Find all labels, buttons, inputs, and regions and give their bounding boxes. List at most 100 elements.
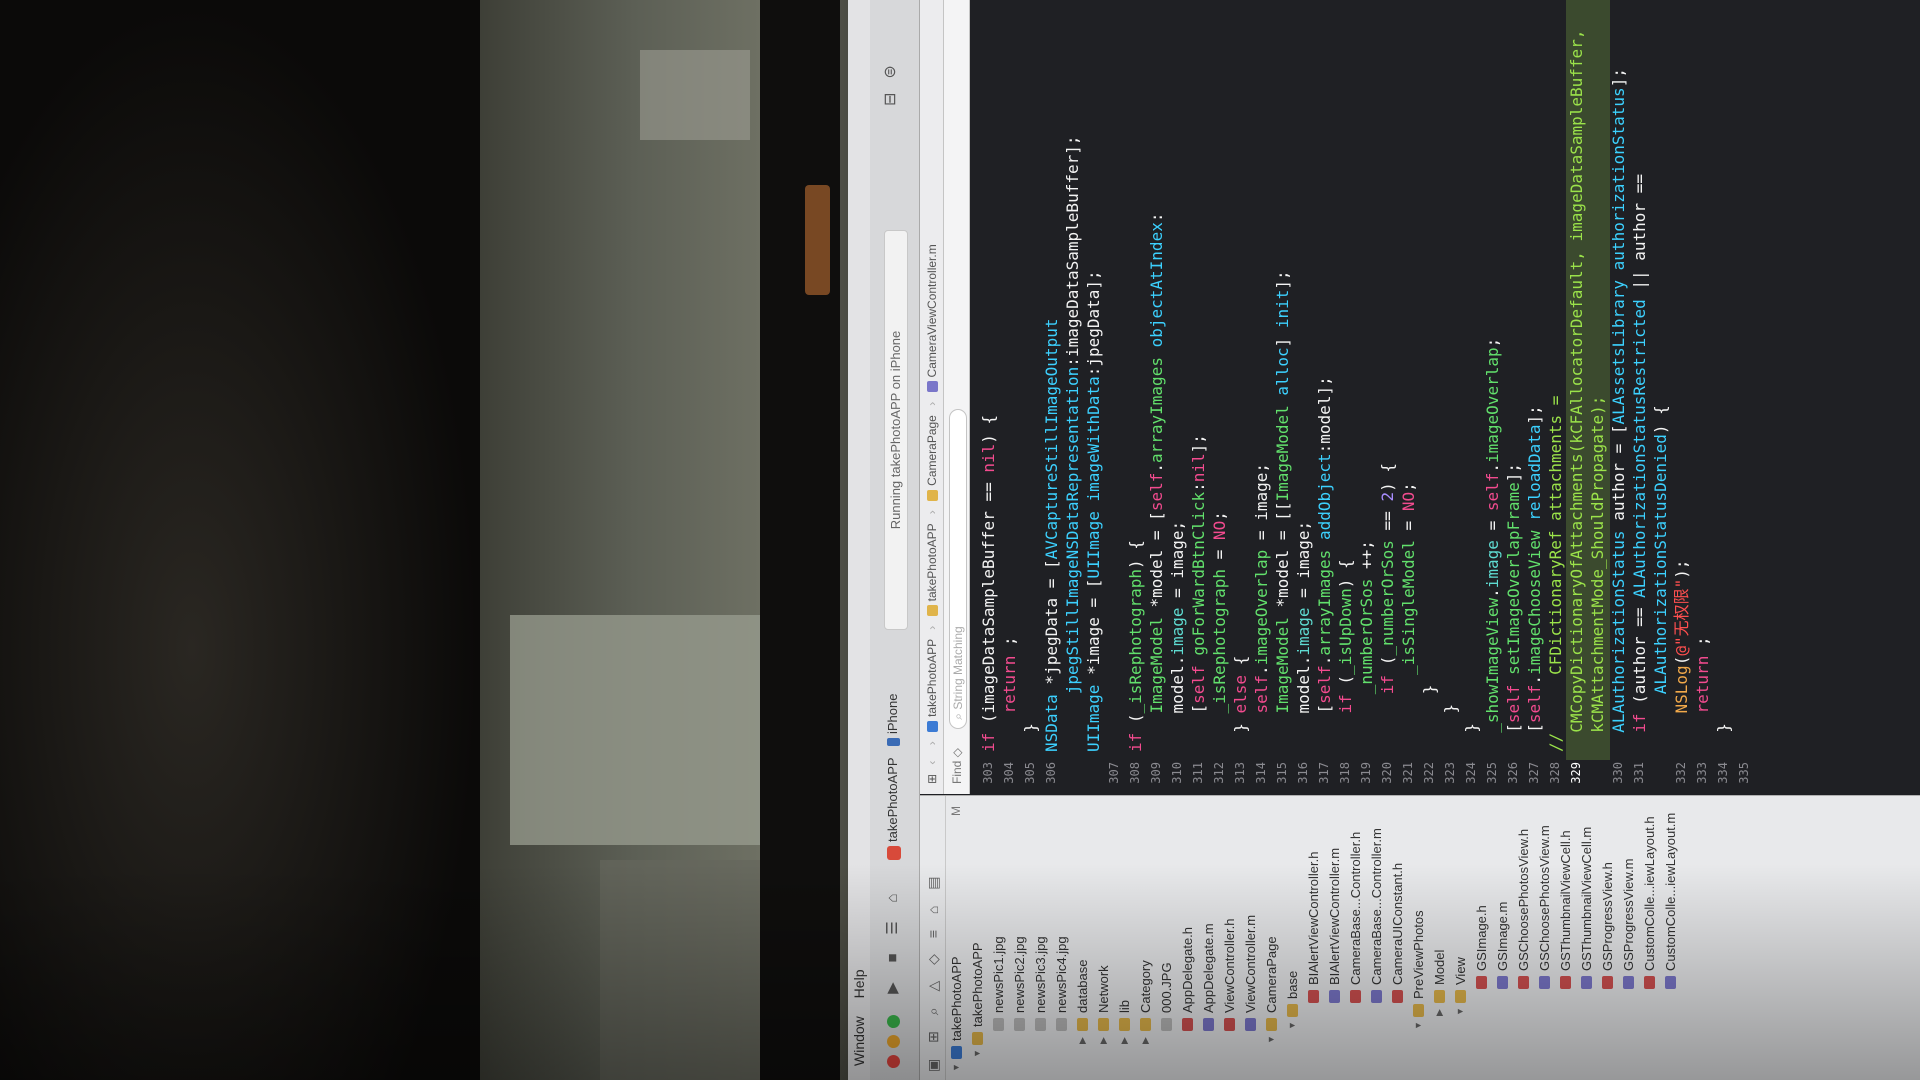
- disclosure-open-icon[interactable]: ▼: [1261, 1035, 1282, 1044]
- file-tree-item[interactable]: ViewController.h: [1219, 796, 1240, 1080]
- file-tree-item[interactable]: GSThumbnailViewCell.h: [1555, 796, 1576, 1080]
- disclosure-closed-icon[interactable]: ▶: [1114, 1037, 1135, 1044]
- report-tab-icon[interactable]: ▤: [925, 877, 941, 890]
- file-tree-item[interactable]: GSProgressView.h: [1597, 796, 1618, 1080]
- find-mode[interactable]: Find: [950, 761, 964, 784]
- file-tree-item[interactable]: ViewController.m: [1240, 796, 1261, 1080]
- file-tree-item[interactable]: ▶ lib: [1114, 796, 1135, 1080]
- close-icon[interactable]: [887, 1055, 900, 1068]
- file-tree-item[interactable]: BIAlertViewController.m: [1324, 796, 1345, 1080]
- code-token: }: [1420, 684, 1439, 752]
- line-number: 305: [1023, 762, 1037, 784]
- code-token: ) {: [979, 414, 998, 444]
- disclosure-closed-icon[interactable]: ▶: [1429, 1009, 1450, 1016]
- file-tree-item[interactable]: ▶ database: [1072, 796, 1093, 1080]
- test-tab-icon[interactable]: ◇: [925, 954, 941, 965]
- minimize-icon[interactable]: [887, 1035, 900, 1048]
- file-tree-item[interactable]: AppDelegate.m: [1198, 796, 1219, 1080]
- file-tree-item[interactable]: GSThumbnailViewCell.m: [1576, 796, 1597, 1080]
- find-input[interactable]: ⌕ String Matching: [948, 408, 967, 729]
- menu-window[interactable]: Window: [851, 1016, 867, 1066]
- code-text: ImageModel *model = [self.arrayImages ob…: [1146, 213, 1167, 752]
- code-token: self: [1189, 665, 1208, 704]
- forward-icon[interactable]: ›: [925, 741, 939, 745]
- file-tree-item[interactable]: ▼ View: [1450, 796, 1471, 1080]
- file-tree-item[interactable]: newsPic3.jpg: [1030, 796, 1051, 1080]
- breakpoint-tab-icon[interactable]: ⌂: [925, 906, 941, 914]
- file-tree-item[interactable]: GSChoosePhotosView.h: [1513, 796, 1534, 1080]
- disclosure-closed-icon[interactable]: ▶: [1072, 1037, 1093, 1044]
- code-token: else: [1231, 674, 1250, 714]
- monitor-bezel: [760, 0, 840, 1080]
- code-token: alloc: [1273, 347, 1292, 396]
- disclosure-open-icon[interactable]: ▼: [1450, 1007, 1471, 1016]
- code-token: self: [1483, 472, 1502, 512]
- file-tree-item[interactable]: ▼ PreViewPhotos: [1408, 796, 1429, 1080]
- file-tree-item[interactable]: BIAlertViewController.h: [1303, 796, 1324, 1080]
- file-tree-item[interactable]: ▼ takePhotoAPP M: [946, 796, 967, 1080]
- code-token: ImageModel: [1147, 617, 1166, 714]
- menu-help[interactable]: Help: [851, 970, 867, 999]
- breakpoint-icon[interactable]: ⌂: [882, 888, 904, 908]
- file-tree-item[interactable]: CustomColle...iewLayout.m: [1660, 796, 1681, 1080]
- source-file-icon: [1371, 990, 1382, 1003]
- disclosure-open-icon[interactable]: ▼: [967, 1049, 988, 1058]
- file-tree-item[interactable]: GSImage.m: [1492, 796, 1513, 1080]
- file-tree-item[interactable]: 000.JPG: [1156, 796, 1177, 1080]
- code-token: NSLog: [1672, 665, 1691, 714]
- back-icon[interactable]: ‹: [925, 761, 939, 765]
- code-text: CMCopyDictionaryOfAttachments(kCFAllocat…: [1566, 30, 1587, 752]
- file-tree-item[interactable]: CameraBase...Controller.h: [1345, 796, 1366, 1080]
- source-editor[interactable]: 303 if (imageDataSampleBuffer == nil) {30…: [970, 0, 1920, 794]
- code-token: [: [1315, 703, 1334, 752]
- file-tree-item[interactable]: GSChoosePhotosView.m: [1534, 796, 1555, 1080]
- code-token: *model = [[: [1273, 501, 1292, 618]
- file-tree-item[interactable]: newsPic1.jpg: [988, 796, 1009, 1080]
- disclosure-closed-icon[interactable]: ▶: [1093, 1037, 1114, 1044]
- stop-icon[interactable]: ■: [882, 948, 904, 968]
- code-token: ];: [1525, 405, 1544, 425]
- assistant-icon[interactable]: ⊜: [882, 65, 899, 78]
- warning-tab-icon[interactable]: △: [925, 981, 941, 992]
- file-name: GSImage.h: [1474, 905, 1489, 971]
- header-file-icon: [1224, 1018, 1235, 1031]
- folder-tab-icon[interactable]: ▣: [925, 1059, 941, 1072]
- disclosure-open-icon[interactable]: ▼: [946, 1063, 967, 1072]
- crumb-file[interactable]: CameraViewController.m: [925, 244, 939, 377]
- disclosure-closed-icon[interactable]: ▶: [1135, 1037, 1156, 1044]
- file-tree-item[interactable]: AppDelegate.h: [1177, 796, 1198, 1080]
- file-tree-item[interactable]: ▼ takePhotoAPP: [967, 796, 988, 1080]
- source-file-icon: [1539, 976, 1550, 989]
- list-icon[interactable]: ☰: [882, 918, 904, 938]
- file-tree-item[interactable]: GSProgressView.m: [1618, 796, 1639, 1080]
- crumb-project[interactable]: takePhotoAPP: [925, 639, 939, 717]
- file-tree-item[interactable]: newsPic4.jpg: [1051, 796, 1072, 1080]
- crumb-group[interactable]: takePhotoAPP: [925, 524, 939, 602]
- scheme-selector[interactable]: takePhotoAPP iPhone: [885, 694, 901, 860]
- file-tree-item[interactable]: ▶ Model: [1429, 796, 1450, 1080]
- debug-tab-icon[interactable]: ≡: [925, 930, 941, 938]
- file-tree-item[interactable]: CameraBase...Controller.m: [1366, 796, 1387, 1080]
- disclosure-open-icon[interactable]: ▼: [1408, 1021, 1429, 1030]
- file-tree-item[interactable]: ▶ Network: [1093, 796, 1114, 1080]
- file-tree-item[interactable]: newsPic2.jpg: [1009, 796, 1030, 1080]
- file-tree-item[interactable]: ▶ Category: [1135, 796, 1156, 1080]
- file-tree-item[interactable]: GSImage.h: [1471, 796, 1492, 1080]
- line-number: 326: [1506, 762, 1520, 784]
- zoom-icon[interactable]: [887, 1015, 900, 1028]
- search-icon: ⌕: [950, 713, 965, 720]
- file-tree-item[interactable]: CameraUIConstant.h: [1387, 796, 1408, 1080]
- code-token: NSData: [1042, 694, 1061, 752]
- line-number: 303: [981, 762, 995, 784]
- run-icon[interactable]: ▶: [882, 978, 904, 998]
- file-tree-item[interactable]: ▼ base: [1282, 796, 1303, 1080]
- crumb-folder[interactable]: CameraPage: [925, 415, 939, 486]
- search-tab-icon[interactable]: ⌕: [925, 1007, 941, 1015]
- editor-layout-icon[interactable]: ⊟: [882, 93, 899, 106]
- code-token: }: [1021, 723, 1040, 752]
- disclosure-open-icon[interactable]: ▼: [1282, 1021, 1303, 1030]
- hierarchy-tab-icon[interactable]: ⊞: [925, 1031, 941, 1043]
- file-tree-item[interactable]: ▼ CameraPage: [1261, 796, 1282, 1080]
- related-items-icon[interactable]: ⊞: [925, 774, 939, 784]
- file-tree-item[interactable]: CustomColle...iewLayout.h: [1639, 796, 1660, 1080]
